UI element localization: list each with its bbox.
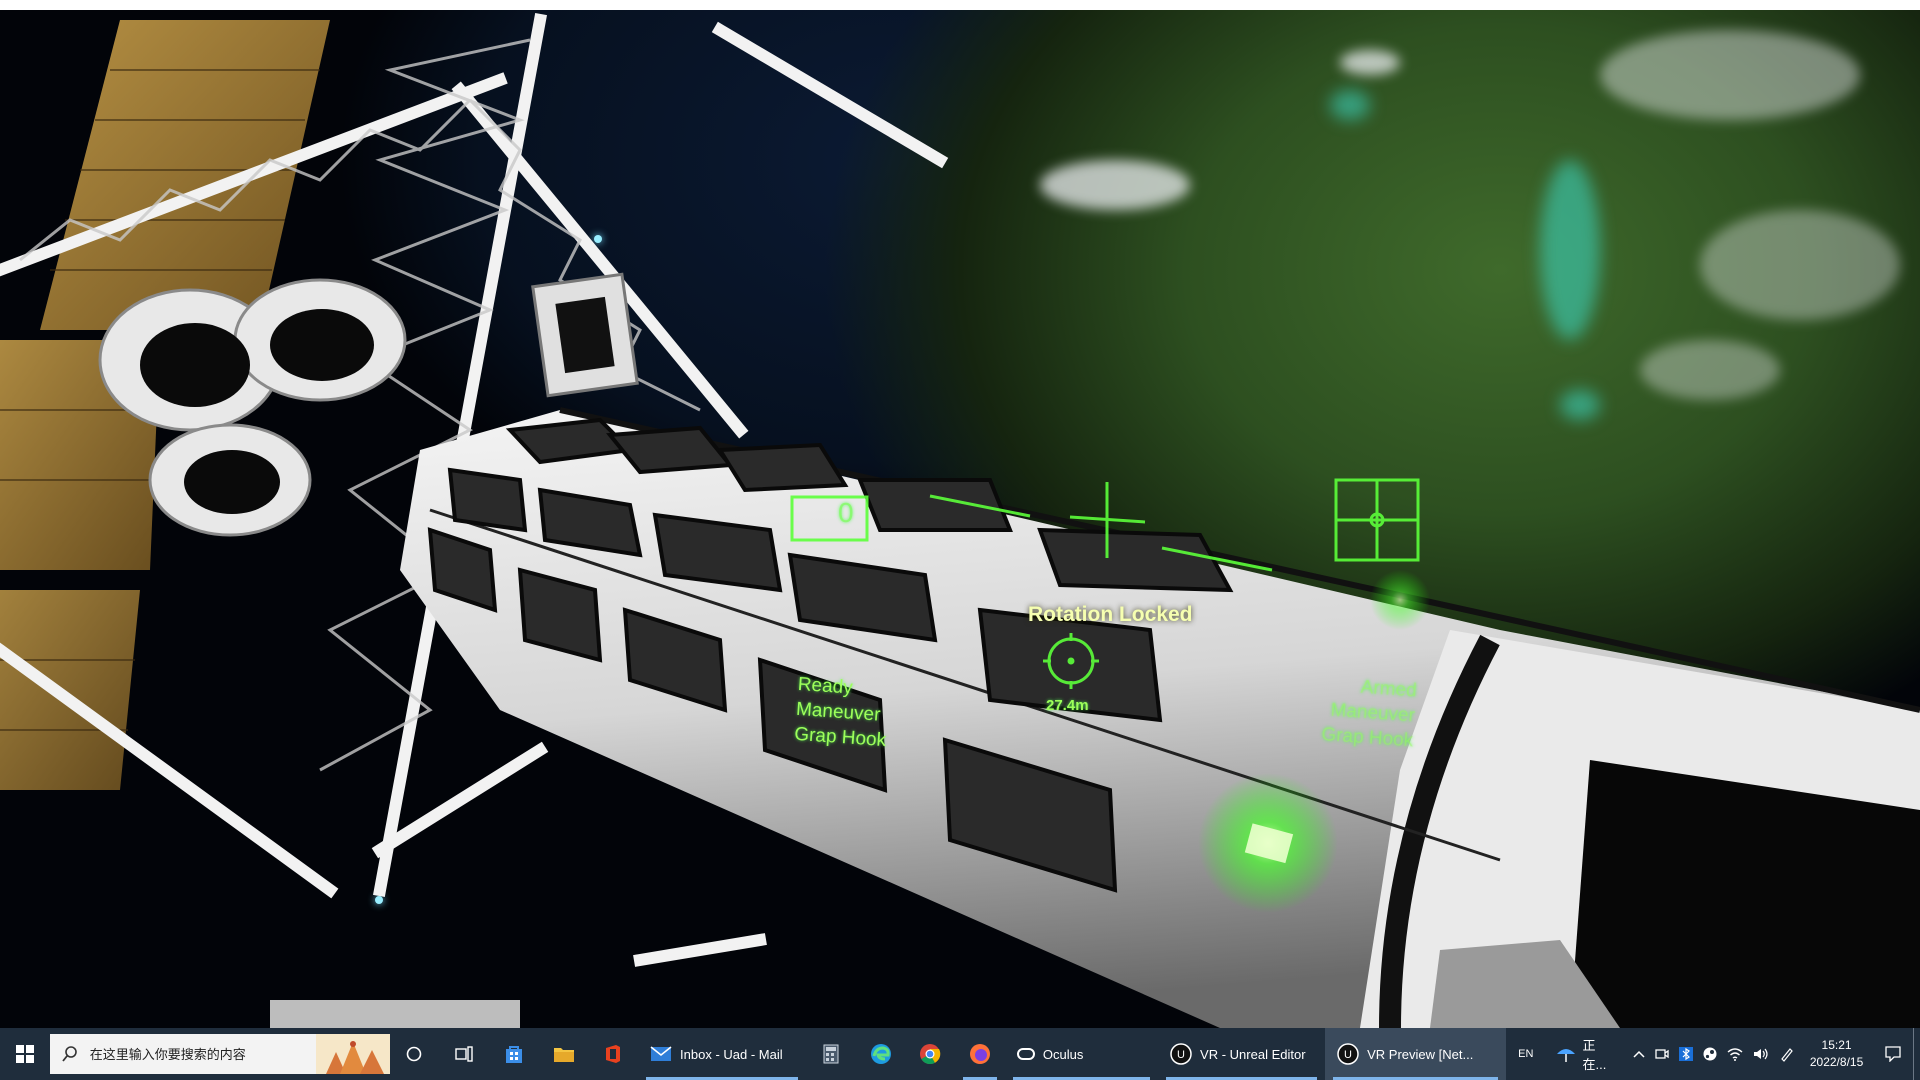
wifi-icon <box>1727 1048 1743 1061</box>
chrome-icon <box>920 1044 941 1065</box>
taskbar-app-unreal-editor-label: VR - Unreal Editor <box>1200 1046 1306 1062</box>
taskbar-app-mail-label: Inbox - Uad - Mail <box>680 1046 783 1062</box>
taskbar: Inbox - Uad - Mail Oculus <box>0 1028 1920 1080</box>
taskbar-app-oculus-label: Oculus <box>1042 1046 1084 1062</box>
task-view-button[interactable] <box>439 1028 489 1080</box>
cortana-button[interactable] <box>390 1028 440 1080</box>
notification-center-button[interactable] <box>1873 1028 1913 1080</box>
office-icon <box>606 1045 621 1063</box>
task-view-icon <box>455 1046 473 1062</box>
horizon-line-left <box>929 494 1031 518</box>
taskbar-search-box[interactable] <box>49 1034 390 1074</box>
store-button[interactable] <box>489 1028 539 1080</box>
clock-time: 15:21 <box>1821 1038 1852 1052</box>
folder-icon <box>553 1048 574 1062</box>
search-icon <box>61 1046 77 1062</box>
show-desktop-button[interactable] <box>1913 1028 1920 1080</box>
steam-icon <box>1703 1047 1717 1061</box>
microsoft-store-icon <box>505 1046 522 1063</box>
calculator-icon <box>823 1044 839 1064</box>
hud-overlay <box>790 478 1420 689</box>
clock-date: 2022/8/15 <box>1809 1055 1864 1069</box>
tray-network[interactable] <box>1722 1028 1748 1080</box>
file-explorer-button[interactable] <box>539 1028 589 1080</box>
rain-umbrella-icon <box>1557 1049 1576 1062</box>
unreal-engine-icon: U <box>1337 1043 1359 1065</box>
hud-status-rotation: Rotation Locked <box>1028 603 1193 626</box>
search-highlight-illustration-icon <box>315 1034 390 1074</box>
hud-distance: 27.4m <box>1046 697 1089 714</box>
mail-icon <box>650 1046 672 1061</box>
counter-box <box>790 495 869 542</box>
start-button[interactable] <box>0 1028 50 1080</box>
weather-widget[interactable]: 正在... <box>1545 1028 1627 1080</box>
clock[interactable]: 15:21 2022/8/15 <box>1800 1037 1873 1071</box>
search-input[interactable] <box>87 1045 312 1063</box>
speaker-icon <box>1753 1048 1768 1060</box>
system-tray: EN 正在... 15:21 2022/8/15 <box>1506 1028 1920 1080</box>
tray-steam[interactable] <box>1698 1028 1722 1080</box>
edge-browser-icon <box>870 1044 891 1064</box>
taskbar-app-vr-preview-label: VR Preview [Net... <box>1367 1046 1474 1062</box>
tray-volume[interactable] <box>1748 1028 1774 1080</box>
window-title-strip <box>0 0 1920 10</box>
taskbar-app-oculus[interactable]: Oculus <box>1005 1028 1158 1080</box>
hud-left-panel: Ready Maneuver Grap Hook <box>793 672 890 753</box>
taskbar-app-vr-preview[interactable]: U VR Preview [Net... <box>1325 1028 1507 1080</box>
tray-pen-workspace[interactable] <box>1774 1028 1800 1080</box>
notification-icon <box>1885 1046 1901 1062</box>
calculator-button[interactable] <box>806 1028 856 1080</box>
taskbar-app-mail[interactable]: Inbox - Uad - Mail <box>638 1028 806 1080</box>
svg-text:U: U <box>1344 1049 1352 1061</box>
hud-right-panel: Armed Maneuver Grap Hook <box>1313 672 1418 754</box>
svg-text:U: U <box>1177 1049 1185 1061</box>
game-viewport[interactable]: 0 Rotation Locked 27.4m Ready Maneuver G… <box>0 10 1920 1028</box>
tray-bluetooth[interactable] <box>1674 1028 1698 1080</box>
meet-now-icon <box>1655 1049 1669 1059</box>
horizon-line-right <box>1161 546 1273 572</box>
chrome-button[interactable] <box>906 1028 956 1080</box>
edge-button[interactable] <box>856 1028 906 1080</box>
bluetooth-icon <box>1678 1047 1693 1061</box>
firefox-button[interactable] <box>955 1028 1005 1080</box>
show-hidden-icons-button[interactable] <box>1628 1028 1650 1080</box>
input-method-indicator[interactable]: EN <box>1506 1028 1545 1080</box>
tray-meet-now[interactable] <box>1650 1028 1674 1080</box>
office-button[interactable] <box>588 1028 638 1080</box>
taskbar-app-unreal-editor[interactable]: U VR - Unreal Editor <box>1158 1028 1325 1080</box>
firefox-icon <box>970 1044 991 1064</box>
hud-counter: 0 <box>838 497 854 528</box>
weather-label: 正在... <box>1582 1038 1607 1072</box>
chevron-up-icon <box>1633 1050 1645 1058</box>
cortana-circle-icon <box>407 1046 422 1062</box>
windows-logo-icon <box>15 1045 34 1063</box>
pen-icon <box>1781 1048 1793 1062</box>
oculus-icon <box>1016 1048 1035 1060</box>
unreal-engine-icon: U <box>1170 1043 1192 1065</box>
